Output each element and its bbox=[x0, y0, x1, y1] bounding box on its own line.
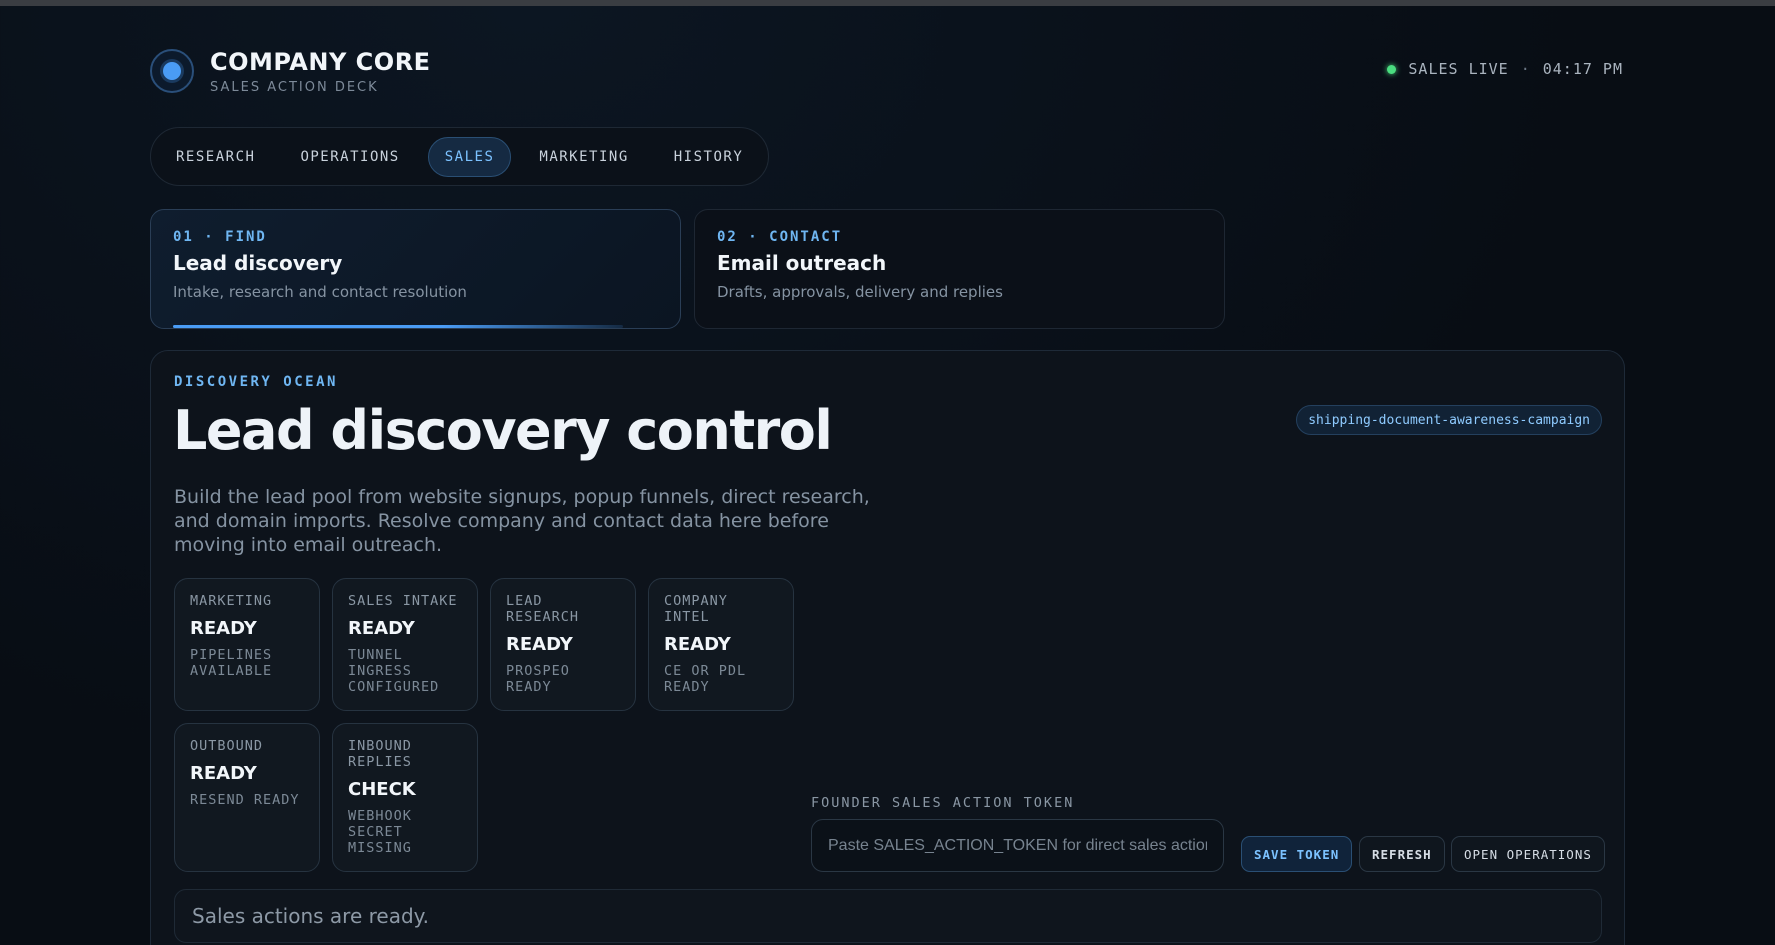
tab-operations[interactable]: OPERATIONS bbox=[283, 137, 416, 177]
open-operations-button[interactable]: OPEN OPERATIONS bbox=[1451, 836, 1605, 872]
discovery-panel: DISCOVERY OCEAN Lead discovery control s… bbox=[150, 350, 1625, 945]
status-separator: · bbox=[1520, 60, 1531, 78]
status-card-sales-intake: SALES INTAKE READY TUNNEL INGRESS CONFIG… bbox=[332, 578, 478, 711]
status-card-marketing: MARKETING READY PIPELINES AVAILABLE bbox=[174, 578, 320, 711]
step-title: Email outreach bbox=[717, 251, 887, 275]
campaign-chip[interactable]: shipping-document-awareness-campaign bbox=[1296, 405, 1602, 435]
card-label: COMPANY INTEL bbox=[664, 593, 728, 625]
card-detail: CE OR PDL READY bbox=[664, 663, 747, 695]
card-detail: WEBHOOK SECRET MISSING bbox=[348, 808, 412, 856]
token-label: FOUNDER SALES ACTION TOKEN bbox=[811, 795, 1075, 811]
tab-history[interactable]: HISTORY bbox=[657, 137, 761, 177]
status-card-inbound-replies: INBOUND REPLIES CHECK WEBHOOK SECRET MIS… bbox=[332, 723, 478, 872]
live-status-label: SALES LIVE bbox=[1408, 60, 1509, 78]
step-description: Drafts, approvals, delivery and replies bbox=[717, 283, 1003, 301]
card-label: INBOUND REPLIES bbox=[348, 738, 412, 770]
live-status: SALES LIVE · 04:17 PM bbox=[1387, 60, 1623, 78]
step-email-outreach[interactable]: 02 · CONTACT Email outreach Drafts, appr… bbox=[694, 209, 1225, 329]
card-state: READY bbox=[506, 634, 573, 655]
status-card-outbound: OUTBOUND READY RESEND READY bbox=[174, 723, 320, 872]
tab-sales[interactable]: SALES bbox=[427, 136, 512, 177]
card-label: SALES INTAKE bbox=[348, 593, 458, 609]
card-label: OUTBOUND bbox=[190, 738, 264, 754]
tab-research[interactable]: RESEARCH bbox=[159, 137, 272, 177]
section-nav: RESEARCH OPERATIONS SALES MARKETING HIST… bbox=[150, 127, 770, 186]
brand: COMPANY CORE SALES ACTION DECK bbox=[210, 48, 431, 95]
step-title: Lead discovery bbox=[173, 251, 343, 275]
app-header: COMPANY CORE SALES ACTION DECK bbox=[150, 45, 431, 97]
refresh-button[interactable]: REFRESH bbox=[1359, 836, 1445, 872]
card-label: MARKETING bbox=[190, 593, 273, 609]
save-token-button[interactable]: SAVE TOKEN bbox=[1241, 836, 1353, 872]
tab-marketing[interactable]: MARKETING bbox=[522, 137, 645, 177]
live-dot-icon bbox=[1387, 64, 1397, 74]
step-description: Intake, research and contact resolution bbox=[173, 283, 467, 301]
card-detail: PIPELINES AVAILABLE bbox=[190, 647, 273, 679]
step-lead-discovery[interactable]: 01 · FIND Lead discovery Intake, researc… bbox=[150, 209, 681, 329]
step-kicker: 02 · CONTACT bbox=[717, 229, 843, 245]
card-detail: PROSPEO READY bbox=[506, 663, 570, 695]
panel-title: Lead discovery control bbox=[173, 399, 833, 462]
status-message: Sales actions are ready. bbox=[174, 889, 1602, 943]
card-state: READY bbox=[190, 763, 257, 784]
active-step-indicator bbox=[173, 325, 623, 328]
card-detail: TUNNEL INGRESS CONFIGURED bbox=[348, 647, 440, 695]
card-detail: RESEND READY bbox=[190, 792, 300, 808]
panel-kicker: DISCOVERY OCEAN bbox=[174, 374, 338, 390]
step-kicker: 01 · FIND bbox=[173, 229, 267, 245]
window-top-bar bbox=[0, 0, 1775, 6]
live-status-time: 04:17 PM bbox=[1542, 60, 1623, 78]
card-label: LEAD RESEARCH bbox=[506, 593, 580, 625]
card-state: READY bbox=[190, 618, 257, 639]
status-card-lead-research: LEAD RESEARCH READY PROSPEO READY bbox=[490, 578, 636, 711]
sales-token-input[interactable] bbox=[811, 819, 1224, 872]
core-logo-icon bbox=[150, 49, 194, 93]
status-card-company-intel: COMPANY INTEL READY CE OR PDL READY bbox=[648, 578, 794, 711]
app-title: COMPANY CORE bbox=[210, 47, 431, 76]
card-state: READY bbox=[348, 618, 415, 639]
card-state: READY bbox=[664, 634, 731, 655]
panel-description: Build the lead pool from website signups… bbox=[174, 486, 870, 556]
app-subtitle: SALES ACTION DECK bbox=[210, 79, 379, 95]
card-state: CHECK bbox=[348, 779, 416, 800]
